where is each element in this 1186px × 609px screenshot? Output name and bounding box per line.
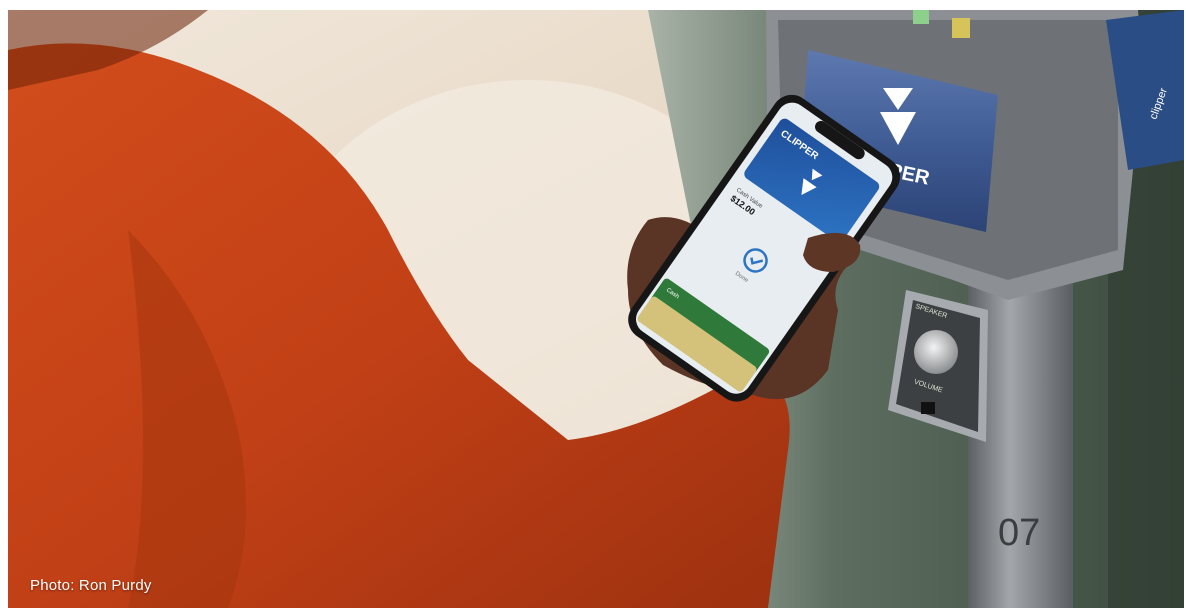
photo-frame: 07 CLIPPER clipper SPEAKER VOLUME bbox=[8, 10, 1184, 608]
headphone-jack bbox=[921, 402, 935, 414]
transit-scene-photo: 07 CLIPPER clipper SPEAKER VOLUME bbox=[8, 10, 1184, 608]
status-light-yellow bbox=[952, 18, 970, 38]
volume-button[interactable] bbox=[914, 330, 958, 374]
photo-credit: Photo: Ron Purdy bbox=[30, 577, 152, 594]
pole-number: 07 bbox=[998, 512, 1040, 554]
status-light-green bbox=[913, 10, 929, 24]
